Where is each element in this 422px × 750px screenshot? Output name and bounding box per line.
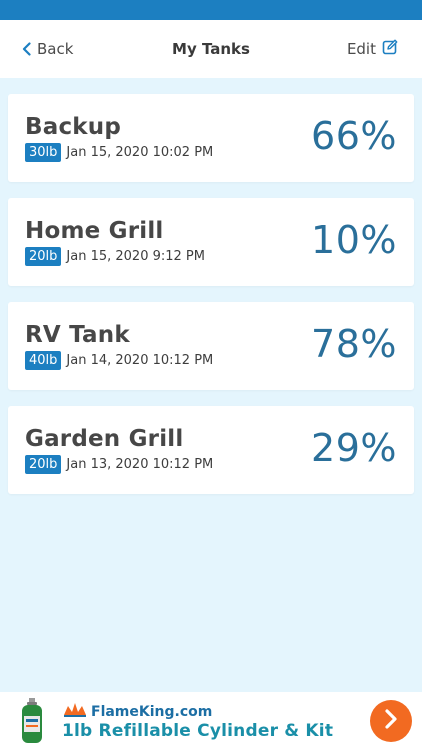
ad-logo: FlameKing.com <box>62 702 212 722</box>
tank-name: Garden Grill <box>25 426 184 452</box>
tank-list: Backup 30lb Jan 15, 2020 10:02 PM 66% Ho… <box>8 94 414 510</box>
size-badge: 40lb <box>25 351 62 370</box>
tank-date: Jan 15, 2020 9:12 PM <box>66 249 205 264</box>
tank-card[interactable]: Home Grill 20lb Jan 15, 2020 9:12 PM 10% <box>8 198 414 286</box>
size-badge: 20lb <box>25 247 62 266</box>
back-label: Back <box>37 40 74 58</box>
status-bar <box>0 0 422 20</box>
tank-card[interactable]: RV Tank 40lb Jan 14, 2020 10:12 PM 78% <box>8 302 414 390</box>
chevron-right-icon <box>384 709 398 733</box>
tank-meta: 40lb Jan 14, 2020 10:12 PM <box>25 351 213 370</box>
back-button[interactable]: Back <box>22 40 73 58</box>
tank-percent: 29% <box>311 426 397 470</box>
tank-meta: 20lb Jan 15, 2020 9:12 PM <box>25 247 205 266</box>
tank-percent: 66% <box>311 114 397 158</box>
tank-date: Jan 13, 2020 10:12 PM <box>66 457 214 472</box>
flame-crown-icon <box>62 702 88 722</box>
tank-card[interactable]: Backup 30lb Jan 15, 2020 10:02 PM 66% <box>8 94 414 182</box>
ad-arrow-button[interactable] <box>370 700 412 742</box>
tank-meta: 20lb Jan 13, 2020 10:12 PM <box>25 455 213 474</box>
tank-name: RV Tank <box>25 322 130 348</box>
propane-cylinder-icon <box>20 698 44 744</box>
nav-bar: My Tanks Back Edit <box>0 20 422 78</box>
ad-banner[interactable]: FlameKing.com 1lb Refillable Cylinder & … <box>0 692 422 750</box>
size-badge: 30lb <box>25 143 62 162</box>
edit-button[interactable]: Edit <box>347 39 398 59</box>
edit-label: Edit <box>346 40 376 58</box>
tank-name: Backup <box>25 114 122 140</box>
ad-brand: FlameKing.com <box>91 704 213 720</box>
tank-percent: 78% <box>311 322 397 366</box>
tank-date: Jan 15, 2020 10:02 PM <box>66 145 214 160</box>
tank-meta: 30lb Jan 15, 2020 10:02 PM <box>25 143 213 162</box>
tank-percent: 10% <box>311 218 397 262</box>
edit-icon <box>382 39 398 59</box>
tank-date: Jan 14, 2020 10:12 PM <box>66 353 214 368</box>
ad-tagline: 1lb Refillable Cylinder & Kit <box>62 721 334 741</box>
tank-name: Home Grill <box>25 218 164 244</box>
size-badge: 20lb <box>25 455 62 474</box>
chevron-left-icon <box>22 42 31 56</box>
tank-card[interactable]: Garden Grill 20lb Jan 13, 2020 10:12 PM … <box>8 406 414 494</box>
